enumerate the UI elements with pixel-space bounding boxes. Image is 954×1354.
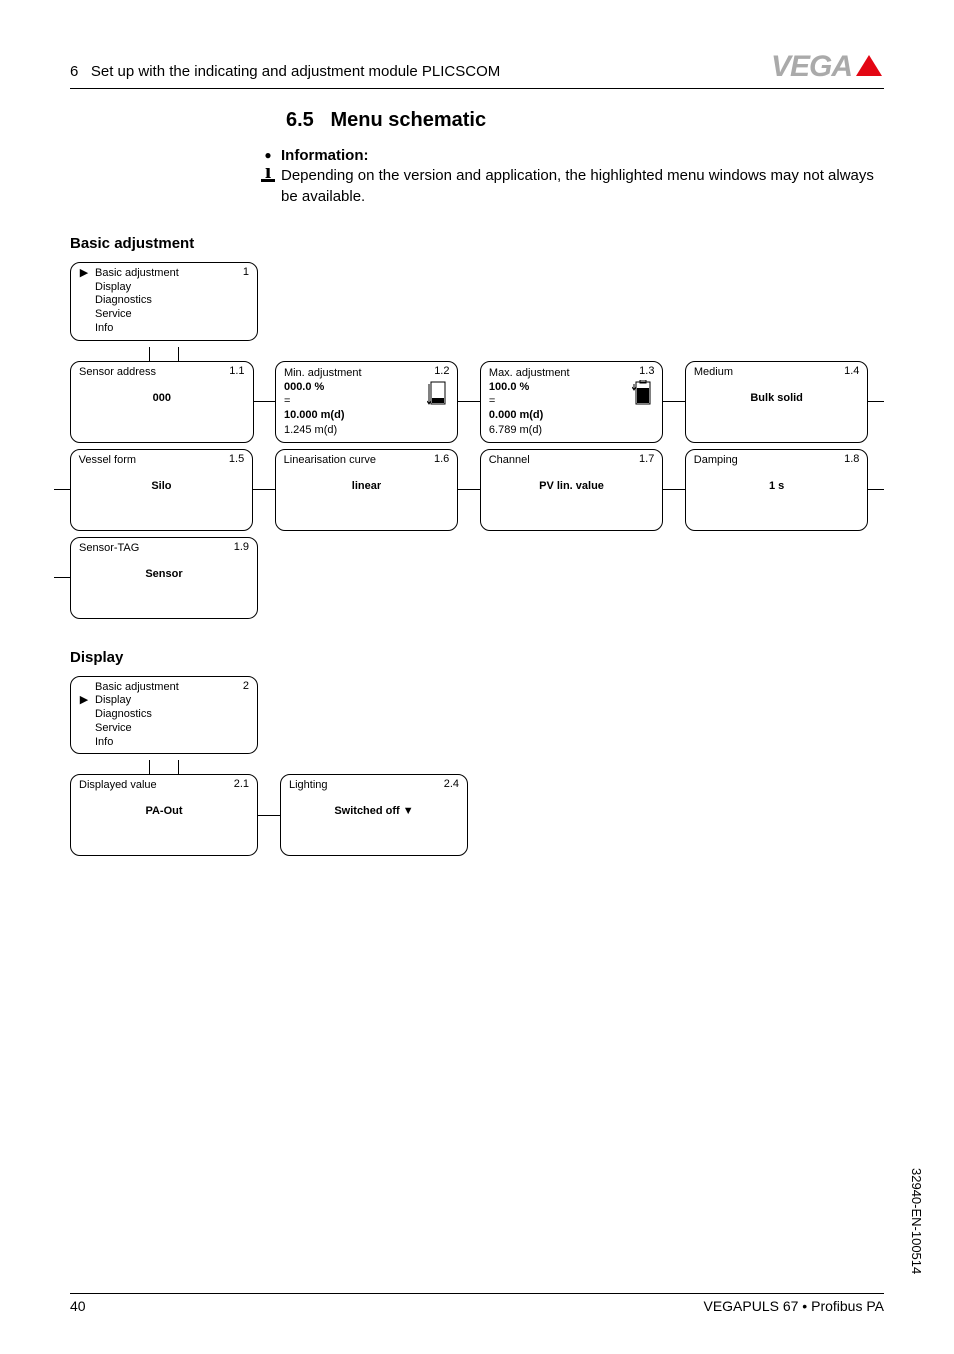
- chapter-heading: 6 Set up with the indicating and adjustm…: [70, 63, 500, 80]
- box-title: Linearisation curve: [284, 454, 450, 466]
- box-medium: 1.4 Medium Bulk solid: [685, 361, 869, 443]
- box-vessel-form: 1.5 Vessel form Silo: [70, 449, 254, 531]
- brand-logo-text: VEGA: [771, 50, 852, 84]
- page: 6 Set up with the indicating and adjustm…: [0, 0, 954, 1354]
- box-title: Lighting: [289, 779, 459, 791]
- box-percent: 100.0 %: [489, 380, 655, 394]
- product-name: VEGAPULS 67 • Profibus PA: [703, 1298, 884, 1314]
- display-heading: Display: [70, 649, 884, 666]
- vessel-max-icon: [632, 380, 654, 413]
- menu-item: Diagnostics: [95, 294, 152, 308]
- box-number: 1.7: [639, 453, 654, 465]
- information-text: Information: Depending on the version an…: [281, 146, 884, 207]
- section-name: Menu schematic: [330, 109, 486, 131]
- menu-box-number: 2: [243, 680, 249, 692]
- menu-item: Info: [95, 322, 113, 336]
- box-title: Damping: [694, 454, 860, 466]
- menu-box-display: 2 Basic adjustment ▶Display Diagnostics …: [70, 676, 258, 755]
- menu-item: Display: [95, 694, 131, 708]
- box-damping: 1.8 Damping 1 s: [685, 449, 869, 531]
- box-value: 1 s: [694, 480, 860, 492]
- box-title: Displayed value: [79, 779, 249, 791]
- box-title: Vessel form: [79, 454, 245, 466]
- menu-item: Diagnostics: [95, 708, 152, 722]
- box-value: Switched off ▼: [289, 805, 459, 817]
- box-max-adjustment: 1.3 Max. adjustment 100.0 % = 0.000 m(d)…: [480, 361, 664, 443]
- vessel-min-icon: [427, 380, 449, 413]
- page-header: 6 Set up with the indicating and adjustm…: [70, 50, 884, 89]
- box-number: 1.1: [229, 365, 244, 377]
- box-linearisation-curve: 1.6 Linearisation curve linear: [275, 449, 459, 531]
- box-number: 2.4: [444, 778, 459, 790]
- box-percent: 000.0 %: [284, 380, 450, 394]
- box-value: linear: [284, 480, 450, 492]
- menu-item: Basic adjustment: [95, 681, 179, 695]
- box-distance-bold: 0.000 m(d): [489, 408, 655, 422]
- menu-item: Service: [95, 308, 132, 322]
- menu-box-number: 1: [243, 266, 249, 278]
- brand-logo: VEGA: [771, 50, 884, 86]
- box-number: 1.3: [639, 365, 654, 377]
- menu-item: Basic adjustment: [95, 267, 179, 281]
- box-eq: =: [489, 394, 655, 408]
- box-number: 2.1: [234, 778, 249, 790]
- box-sensor-tag: 1.9 Sensor-TAG Sensor: [70, 537, 258, 619]
- menu-item: Info: [95, 736, 113, 750]
- page-number: 40: [70, 1298, 86, 1314]
- box-value: PA-Out: [79, 805, 249, 817]
- chapter-number: 6: [70, 63, 78, 80]
- box-number: 1.6: [434, 453, 449, 465]
- box-number: 1.8: [844, 453, 859, 465]
- basic-adjustment-heading: Basic adjustment: [70, 235, 884, 252]
- box-value: 000: [79, 392, 245, 404]
- box-eq: =: [284, 394, 450, 408]
- box-title: Min. adjustment: [284, 366, 450, 380]
- document-code: 32940-EN-100514: [909, 1168, 924, 1274]
- box-displayed-value: 2.1 Displayed value PA-Out: [70, 774, 258, 856]
- box-value: Bulk solid: [694, 392, 860, 404]
- box-title: Sensor address: [79, 366, 245, 378]
- menu-item: Service: [95, 722, 132, 736]
- box-number: 1.9: [234, 541, 249, 553]
- box-distance-bold: 10.000 m(d): [284, 408, 450, 422]
- menu-box-basic: 1 ▶Basic adjustment Display Diagnostics …: [70, 262, 258, 341]
- information-callout: ● ı Information: Depending on the versio…: [255, 146, 884, 207]
- box-channel: 1.7 Channel PV lin. value: [480, 449, 664, 531]
- box-value: Silo: [79, 480, 245, 492]
- box-number: 1.5: [229, 453, 244, 465]
- box-title: Medium: [694, 366, 860, 378]
- section-number: 6.5: [286, 109, 314, 131]
- box-value: PV lin. value: [489, 480, 655, 492]
- box-lighting: 2.4 Lighting Switched off ▼: [280, 774, 468, 856]
- brand-logo-triangle-icon: [854, 52, 884, 83]
- page-footer: 40 VEGAPULS 67 • Profibus PA: [70, 1293, 884, 1314]
- display-schematic: 2 Basic adjustment ▶Display Diagnostics …: [70, 676, 884, 857]
- box-number: 1.2: [434, 365, 449, 377]
- box-distance: 1.245 m(d): [284, 423, 450, 437]
- box-min-adjustment: 1.2 Min. adjustment 000.0 % = 10.000 m(d…: [275, 361, 459, 443]
- box-sensor-address: 1.1 Sensor address 000: [70, 361, 254, 443]
- basic-adjustment-schematic: 1 ▶Basic adjustment Display Diagnostics …: [70, 262, 884, 619]
- information-icon: ● ı: [255, 146, 281, 207]
- box-value: Sensor: [79, 568, 249, 580]
- chapter-title: Set up with the indicating and adjustmen…: [91, 63, 500, 80]
- section-title: 6.5 Menu schematic: [286, 109, 884, 132]
- box-title: Channel: [489, 454, 655, 466]
- box-title: Max. adjustment: [489, 366, 655, 380]
- box-distance: 6.789 m(d): [489, 423, 655, 437]
- information-heading: Information:: [281, 147, 369, 164]
- box-title: Sensor-TAG: [79, 542, 249, 554]
- information-body: Depending on the version and application…: [281, 167, 874, 204]
- menu-item: Display: [95, 281, 131, 295]
- box-number: 1.4: [844, 365, 859, 377]
